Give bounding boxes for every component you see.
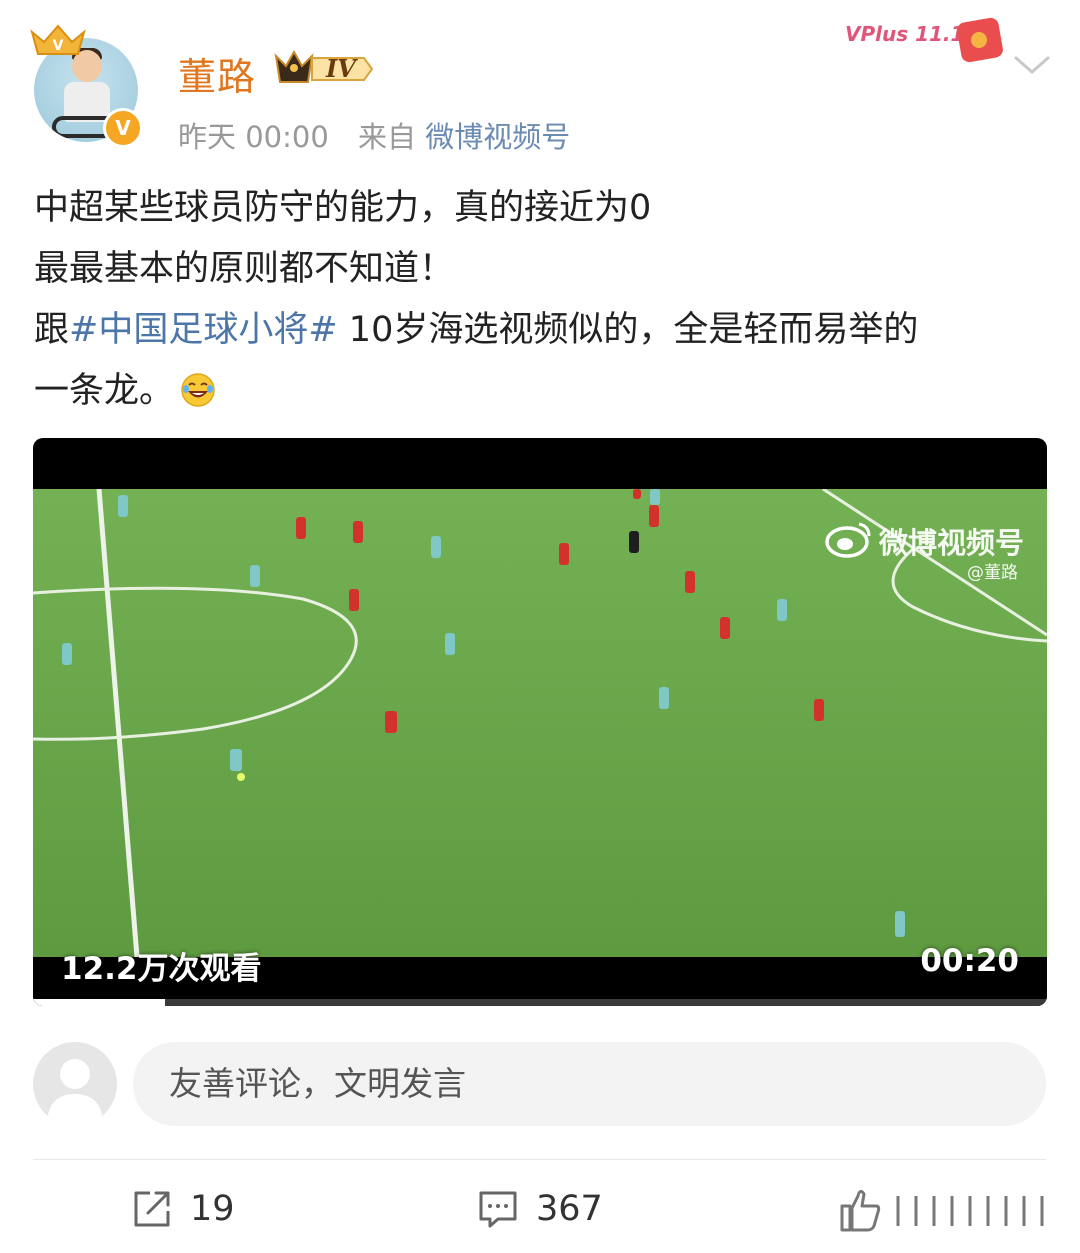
vplus-promo-banner[interactable]: VPlus 11.11 — [845, 8, 1010, 70]
post-line-2: 最最基本的原则都不知道！ — [34, 249, 455, 289]
comment-input[interactable]: 友善评论，文明发言 — [133, 1042, 1046, 1126]
comment-count: 367 — [536, 1189, 603, 1229]
post-meta: 昨天 00:00 来自 微博视频号 — [178, 114, 570, 156]
like-button[interactable] — [836, 1186, 1056, 1232]
weibo-logo-icon — [825, 522, 871, 558]
red-packet-icon — [957, 17, 1003, 63]
chevron-down-icon[interactable] — [1010, 50, 1054, 80]
like-icon — [840, 1189, 1044, 1232]
post-time: 昨天 00:00 — [178, 120, 329, 154]
from-label: 来自 — [358, 120, 417, 154]
repost-count: 19 — [190, 1189, 235, 1229]
username[interactable]: 董路 — [178, 46, 256, 101]
comment-button[interactable]: 367 — [476, 1186, 603, 1232]
repost-button[interactable]: 19 — [130, 1186, 235, 1232]
video-watermark: 微博视频号 @董路 — [825, 518, 1024, 583]
hashtag-link[interactable]: #中国足球小将# — [69, 310, 338, 350]
post-line-4: 一条龙。 — [34, 361, 1046, 422]
watermark-handle: @董路 — [967, 563, 1018, 583]
level-badge: IV — [272, 48, 376, 90]
video-player[interactable]: 微博视频号 @董路 12.2万次观看 00:20 — [33, 438, 1047, 1006]
verified-badge-icon: V — [103, 108, 143, 148]
crown-level-icon — [274, 49, 374, 83]
video-progress-bar[interactable] — [33, 999, 1047, 1006]
post-line-3-suffix: 10岁海选视频似的，全是轻而易举的 — [337, 310, 919, 350]
post-line-3: 跟#中国足球小将# 10岁海选视频似的，全是轻而易举的 — [34, 300, 1046, 361]
watermark-title: 微博视频号 — [879, 526, 1025, 560]
share-icon — [134, 1191, 170, 1227]
comment-icon — [479, 1191, 517, 1228]
view-count: 12.2万次观看 — [61, 951, 262, 987]
level-text: IV — [326, 54, 356, 83]
divider — [33, 1159, 1046, 1160]
post-line-4-text: 一条龙。 — [34, 371, 175, 411]
commenter-avatar — [33, 1042, 117, 1126]
post-text: 中超某些球员防守的能力，真的接近为0 最最基本的原则都不知道！ 跟#中国足球小将… — [34, 178, 1046, 422]
default-user-icon — [47, 1059, 103, 1126]
source-link[interactable]: 微博视频号 — [425, 120, 570, 154]
laugh-cry-emoji-icon — [181, 373, 215, 407]
post-line-1: 中超某些球员防守的能力，真的接近为0 — [34, 188, 652, 228]
video-progress-fill — [33, 999, 165, 1006]
post-line-3-prefix: 跟 — [34, 310, 70, 350]
video-duration: 00:20 — [920, 943, 1019, 979]
vip-crown-icon: V — [30, 24, 86, 55]
svg-text:V: V — [53, 38, 64, 54]
